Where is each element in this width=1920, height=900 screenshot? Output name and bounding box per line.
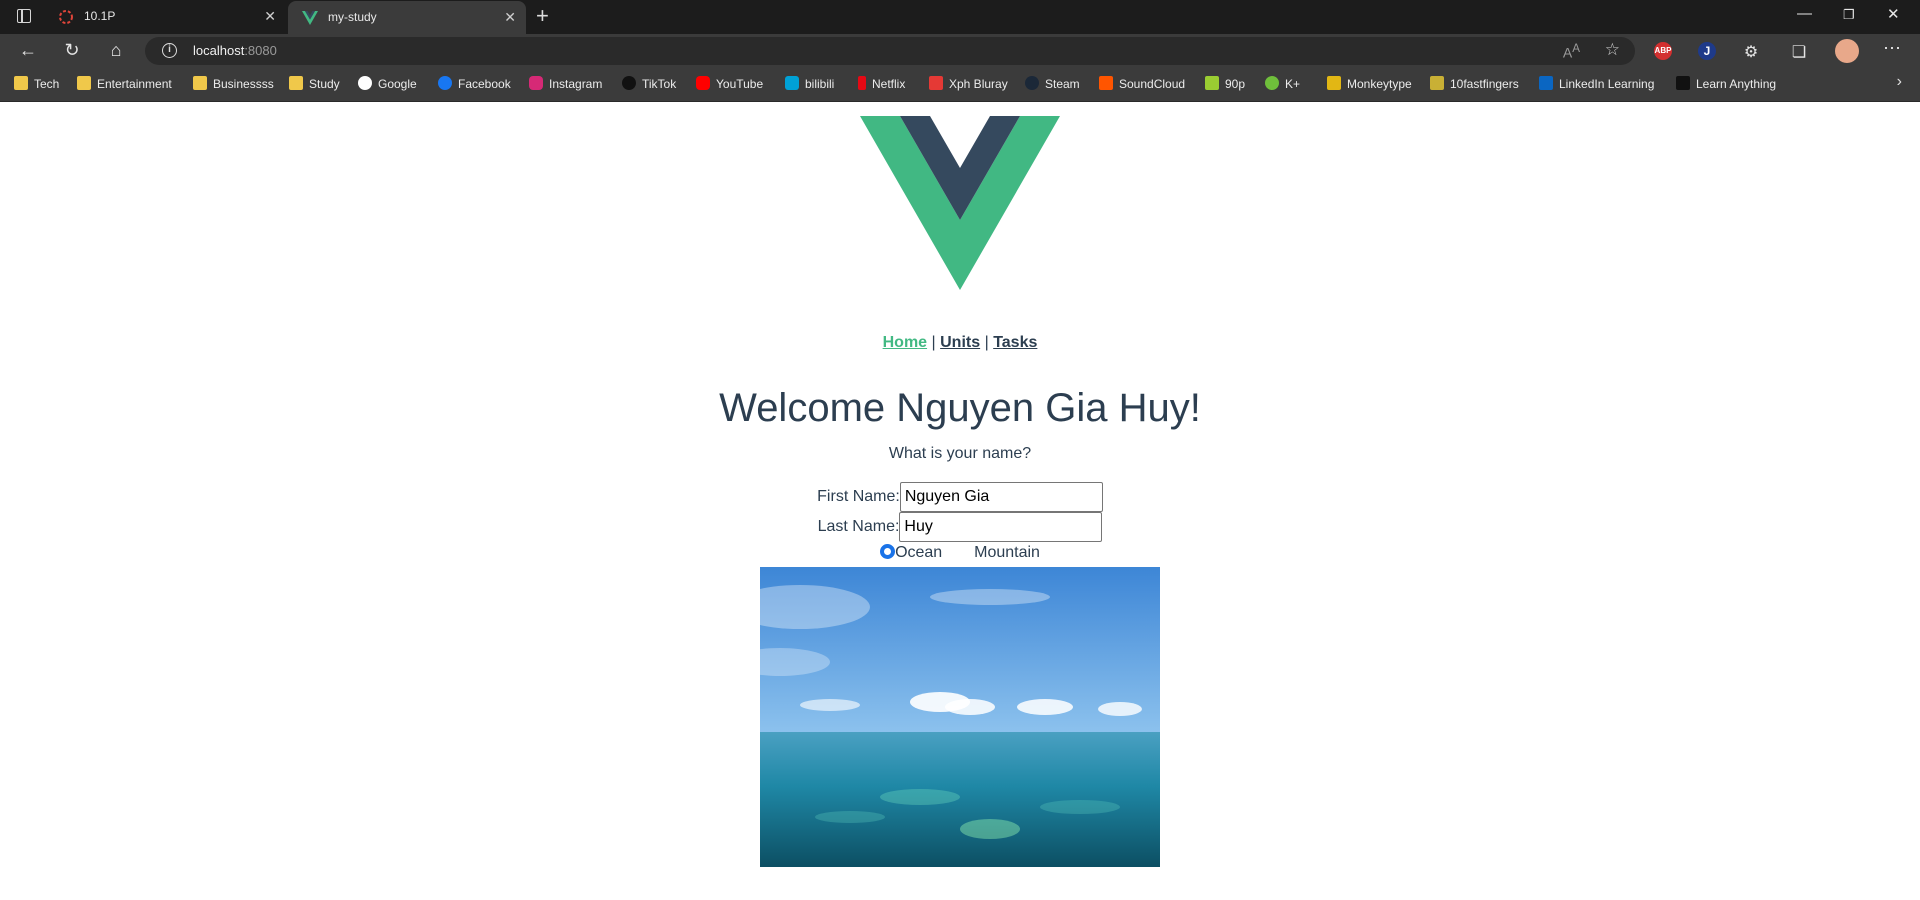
bookmark-folder-entertainment[interactable]: Entertainment <box>77 76 172 94</box>
bookmark-90p[interactable]: 90p <box>1205 76 1245 94</box>
site-info-icon[interactable]: i <box>162 43 177 58</box>
bookmark-instagram[interactable]: Instagram <box>529 76 602 94</box>
radio-ocean-label[interactable]: Ocean <box>895 544 942 562</box>
bookmark-tiktok[interactable]: TikTok <box>622 76 676 94</box>
nav-link-units[interactable]: Units <box>940 334 980 351</box>
tab-title: my-study <box>328 10 377 24</box>
address-url: localhost:8080 <box>193 43 277 58</box>
scene-radio-group: Ocean Mountain <box>0 544 1920 562</box>
folder-icon <box>289 76 303 90</box>
collections-icon[interactable]: ❏ <box>1787 42 1811 62</box>
nav-separator: | <box>931 334 936 351</box>
radio-mountain[interactable] <box>959 544 974 559</box>
google-icon <box>358 76 372 90</box>
j-extension-icon[interactable]: J <box>1698 42 1716 60</box>
page-content: Home | Units | Tasks Welcome Nguyen Gia … <box>0 102 1920 900</box>
radio-ocean[interactable] <box>880 544 896 560</box>
bookmark-google[interactable]: Google <box>358 76 417 94</box>
first-name-row: First Name: <box>0 482 1920 512</box>
bookmark-soundcloud[interactable]: SoundCloud <box>1099 76 1185 94</box>
monkeytype-icon <box>1327 76 1341 90</box>
chevron-right-icon[interactable]: › <box>1897 73 1902 91</box>
close-tab-icon[interactable]: ✕ <box>264 8 276 25</box>
90p-icon <box>1205 76 1219 90</box>
restore-icon[interactable]: ❐ <box>1843 7 1855 23</box>
netflix-icon <box>858 76 866 90</box>
xph-icon <box>929 76 943 90</box>
tab-bar: 10.1P ✕ my-study ✕ + — ❐ ✕ <box>0 0 1920 34</box>
favorite-star-icon[interactable]: ☆ <box>1605 40 1620 60</box>
tab-title: 10.1P <box>84 9 116 23</box>
bookmark-youtube[interactable]: YouTube <box>696 76 763 94</box>
bookmark-linkedin-learning[interactable]: LinkedIn Learning <box>1539 76 1654 94</box>
bookmark-folder-study[interactable]: Study <box>289 76 340 94</box>
avatar[interactable] <box>1835 39 1859 63</box>
youtube-icon <box>696 76 710 90</box>
bookmark-folder-tech[interactable]: Tech <box>14 76 59 94</box>
bookmark-facebook[interactable]: Facebook <box>438 76 511 94</box>
toolbar: ← ↻ ⌂ i localhost:8080 AA ☆ ABP J ⚙ ❏ ⋯ <box>0 34 1920 68</box>
main-nav: Home | Units | Tasks <box>0 334 1920 352</box>
tiktok-icon <box>622 76 636 90</box>
minimize-icon[interactable]: — <box>1797 5 1812 22</box>
bookmark-netflix[interactable]: Netflix <box>858 76 905 94</box>
kplus-icon <box>1265 76 1279 90</box>
refresh-icon[interactable]: ↻ <box>60 40 84 61</box>
read-aloud-icon[interactable]: AA <box>1563 42 1580 61</box>
bookmarks-bar: Tech Entertainment Businessss Study Goog… <box>0 68 1920 102</box>
back-icon[interactable]: ← <box>16 40 40 61</box>
more-options-icon[interactable]: ⋯ <box>1880 38 1904 59</box>
bookmark-kplus[interactable]: K+ <box>1265 76 1300 94</box>
close-window-icon[interactable]: ✕ <box>1887 5 1900 23</box>
nav-separator: | <box>984 334 989 351</box>
last-name-input[interactable] <box>899 512 1103 542</box>
last-name-row: Last Name: <box>0 512 1920 542</box>
address-bar[interactable]: i localhost:8080 AA ☆ <box>145 37 1635 65</box>
loading-tab-icon <box>59 10 73 24</box>
nav-link-home[interactable]: Home <box>883 334 927 351</box>
bookmark-folder-businessss[interactable]: Businessss <box>193 76 274 94</box>
bookmark-monkeytype[interactable]: Monkeytype <box>1327 76 1412 94</box>
name-question: What is your name? <box>888 445 1032 462</box>
tab-actions-icon[interactable] <box>12 8 36 26</box>
welcome-heading: Welcome Nguyen Gia Huy! <box>719 386 1201 430</box>
extensions-icon[interactable]: ⚙ <box>1739 42 1763 62</box>
learn-anything-icon <box>1676 76 1690 90</box>
folder-icon <box>193 76 207 90</box>
last-name-label: Last Name: <box>817 518 900 535</box>
bookmark-10fastfingers[interactable]: 10fastfingers <box>1430 76 1519 94</box>
bilibili-icon <box>785 76 799 90</box>
linkedin-learning-icon <box>1539 76 1553 90</box>
home-icon[interactable]: ⌂ <box>104 40 128 61</box>
steam-icon <box>1025 76 1039 90</box>
vue-logo-icon <box>302 11 318 25</box>
10fastfingers-icon <box>1430 76 1444 90</box>
radio-mountain-label[interactable]: Mountain <box>974 544 1040 562</box>
nav-link-tasks[interactable]: Tasks <box>993 334 1037 351</box>
tab-10-1p[interactable]: 10.1P ✕ <box>44 0 286 34</box>
adblock-plus-icon[interactable]: ABP <box>1654 42 1672 60</box>
soundcloud-icon <box>1099 76 1113 90</box>
folder-icon <box>14 76 28 90</box>
folder-icon <box>77 76 91 90</box>
first-name-label: First Name: <box>817 488 900 505</box>
ocean-image <box>760 567 1160 867</box>
instagram-icon <box>529 76 543 90</box>
bookmark-bilibili[interactable]: bilibili <box>785 76 834 94</box>
tab-my-study[interactable]: my-study ✕ <box>288 1 526 34</box>
vue-logo <box>860 116 1060 290</box>
bookmark-steam[interactable]: Steam <box>1025 76 1080 94</box>
bookmark-xph-bluray[interactable]: Xph Bluray <box>929 76 1008 94</box>
bookmark-learn-anything[interactable]: Learn Anything <box>1676 76 1776 94</box>
close-tab-icon[interactable]: ✕ <box>504 9 516 26</box>
facebook-icon <box>438 76 452 90</box>
first-name-input[interactable] <box>899 482 1103 512</box>
new-tab-icon[interactable]: + <box>536 3 549 29</box>
